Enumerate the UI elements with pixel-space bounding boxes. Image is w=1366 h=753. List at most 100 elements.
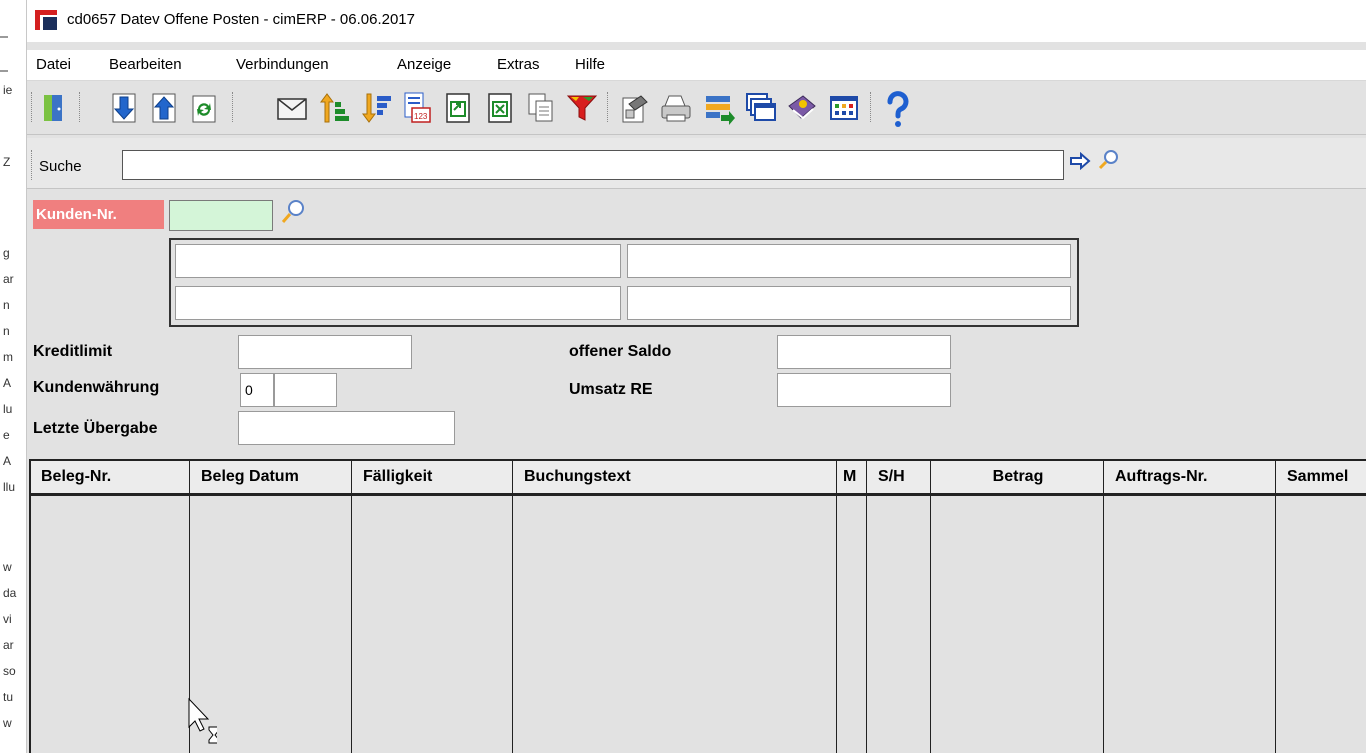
toolbar: 123 (27, 82, 1366, 135)
background-text: n (3, 298, 10, 312)
refresh-icon[interactable] (187, 88, 221, 128)
column-header-beleg-nr[interactable]: Beleg-Nr. (31, 461, 189, 493)
toolbar-separator (31, 92, 34, 122)
background-text: tu (3, 690, 14, 704)
column-header-m[interactable]: M (838, 461, 867, 493)
column-header-beleg-datum[interactable]: Beleg Datum (191, 461, 351, 493)
record-up-icon[interactable] (147, 88, 181, 128)
background-window: ie Z g ar n n m A lu e A llu w da vi ar … (0, 0, 27, 753)
customer-address-box (169, 238, 1079, 327)
column-header-faelligkeit[interactable]: Fälligkeit (353, 461, 513, 493)
background-text: Z (3, 155, 11, 169)
currency-name-field[interactable] (274, 373, 337, 407)
toolbar-separator (870, 92, 873, 122)
customer-number-field[interactable] (169, 200, 273, 231)
print-icon[interactable] (659, 88, 693, 128)
toolbar-separator (232, 92, 235, 122)
column-header-s-h[interactable]: S/H (868, 461, 931, 493)
background-text: n (3, 324, 10, 338)
background-text: so (3, 664, 16, 678)
search-bar: Suche (27, 138, 1366, 189)
address-line-4[interactable] (627, 286, 1071, 320)
currency-label: Kundenwährung (33, 379, 160, 396)
menu-datei[interactable]: Datei (36, 56, 71, 73)
app-logo-icon (35, 10, 57, 30)
table-icon[interactable] (827, 88, 861, 128)
background-text: m (3, 350, 13, 364)
sort-descending-icon[interactable] (361, 88, 395, 128)
column-divider (351, 461, 352, 753)
title-bar: cd0657 Datev Offene Posten - cimERP - 06… (27, 0, 1366, 42)
kreditlimit-label: Kreditlimit (33, 343, 113, 360)
record-down-icon[interactable] (107, 88, 141, 128)
background-text: ar (3, 638, 14, 652)
export-icon[interactable] (441, 88, 475, 128)
book-icon[interactable] (785, 88, 819, 128)
currency-code-field[interactable] (240, 373, 274, 407)
mail-icon[interactable] (275, 88, 309, 128)
revenue-field[interactable] (777, 373, 951, 407)
background-text: lu (3, 402, 13, 416)
window-edge (0, 70, 8, 72)
copy-icon[interactable] (523, 88, 557, 128)
toolbar-separator (607, 92, 610, 122)
column-divider (1275, 461, 1276, 753)
column-header-buchungstext[interactable]: Buchungstext (514, 461, 837, 493)
open-balance-field[interactable] (777, 335, 951, 369)
menu-extras[interactable]: Extras (497, 56, 540, 73)
address-line-1[interactable] (175, 244, 621, 278)
transfer-icon[interactable] (703, 88, 737, 128)
search-icon[interactable] (1097, 148, 1121, 175)
last-transfer-label: Letzte Übergabe (33, 420, 158, 437)
column-divider (930, 461, 931, 753)
column-divider (836, 461, 837, 753)
background-text: ie (3, 83, 13, 97)
sort-ascending-icon[interactable] (319, 88, 353, 128)
column-divider (1103, 461, 1104, 753)
toolbar-separator (31, 150, 34, 180)
background-text: A (3, 454, 12, 468)
background-text: w (3, 560, 12, 574)
calendar-list-icon[interactable]: 123 (400, 88, 434, 128)
column-divider (512, 461, 513, 753)
address-line-2[interactable] (627, 244, 1071, 278)
search-input[interactable] (122, 150, 1064, 180)
help-icon[interactable] (881, 88, 915, 128)
windows-icon[interactable] (744, 88, 778, 128)
last-transfer-field[interactable] (238, 411, 455, 445)
background-text: llu (3, 480, 16, 494)
menu-anzeige[interactable]: Anzeige (397, 56, 451, 73)
menu-bearbeiten[interactable]: Bearbeiten (109, 56, 182, 73)
column-header-betrag[interactable]: Betrag (932, 461, 1104, 493)
customer-number-label: Kunden-Nr. (33, 200, 164, 229)
menu-hilfe[interactable]: Hilfe (575, 56, 605, 73)
background-text: da (3, 586, 17, 600)
search-label: Suche (39, 158, 82, 175)
window-edge (0, 36, 8, 38)
kreditlimit-field[interactable] (238, 335, 412, 369)
customer-search-icon[interactable] (279, 198, 307, 229)
background-text: ar (3, 272, 14, 286)
exit-door-icon[interactable] (37, 88, 71, 128)
revenue-label: Umsatz RE (569, 381, 653, 398)
open-items-table[interactable]: Beleg-Nr. Beleg Datum Fälligkeit Buchung… (29, 459, 1366, 753)
menu-verbindungen[interactable]: Verbindungen (236, 56, 329, 73)
background-text: g (3, 246, 10, 260)
toolbar-separator (79, 92, 82, 122)
arrow-right-icon[interactable] (1069, 151, 1091, 173)
menu-bar: Datei Bearbeiten Verbindungen Anzeige Ex… (27, 50, 1366, 81)
svg-text:123: 123 (414, 112, 428, 121)
properties-icon[interactable] (617, 88, 651, 128)
column-header-auftrags-nr[interactable]: Auftrags-Nr. (1105, 461, 1276, 493)
filter-icon[interactable] (565, 88, 599, 128)
column-header-sammel[interactable]: Sammel (1277, 461, 1366, 493)
column-divider (866, 461, 867, 753)
excel-export-icon[interactable] (483, 88, 517, 128)
background-text: A (3, 376, 12, 390)
app-window: cd0657 Datev Offene Posten - cimERP - 06… (27, 0, 1366, 753)
background-text: e (3, 428, 10, 442)
address-line-3[interactable] (175, 286, 621, 320)
busy-cursor-icon (187, 697, 220, 753)
background-text: w (3, 716, 12, 730)
table-header: Beleg-Nr. Beleg Datum Fälligkeit Buchung… (31, 461, 1366, 496)
